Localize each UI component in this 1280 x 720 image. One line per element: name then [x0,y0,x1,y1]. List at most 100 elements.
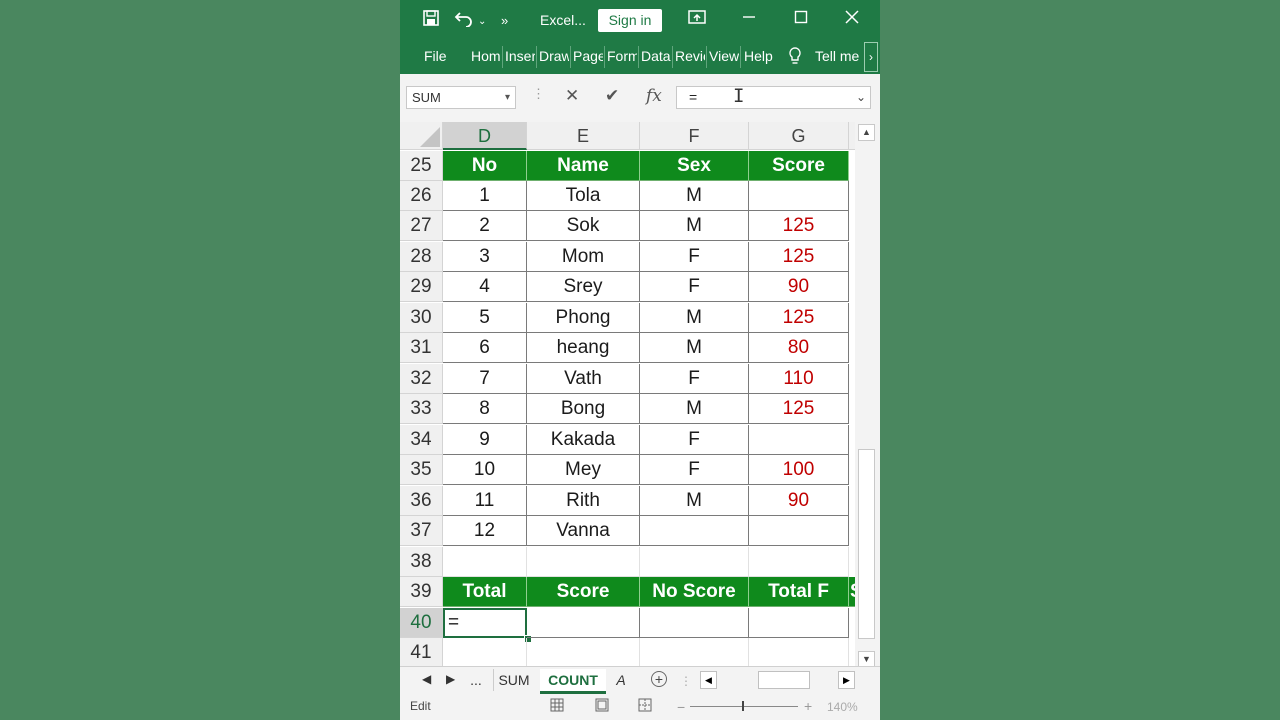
row-header[interactable]: 38 [400,547,443,577]
table-header-no[interactable]: No [443,151,527,181]
summary-cell[interactable] [749,608,849,638]
zoom-level[interactable]: 140% [827,700,858,714]
cell-sex[interactable]: F [640,425,749,455]
cell-score[interactable] [749,181,849,211]
cell-score[interactable]: 125 [749,242,849,272]
cell-sex[interactable]: M [640,181,749,211]
cell-name[interactable]: Srey [527,272,640,302]
row-header[interactable]: 41 [400,638,443,666]
row-header[interactable]: 31 [400,333,443,363]
row-header[interactable]: 29 [400,272,443,302]
select-all-button[interactable] [400,122,443,150]
zoom-slider-thumb[interactable] [742,701,744,711]
cell-name[interactable]: Kakada [527,425,640,455]
scroll-up-icon[interactable]: ▲ [858,124,875,141]
cell-score[interactable]: 100 [749,455,849,485]
close-icon[interactable] [845,9,859,29]
row-header[interactable]: 33 [400,394,443,424]
cell-name[interactable]: Vath [527,364,640,394]
cell-no[interactable]: 11 [443,486,527,516]
row-header[interactable]: 32 [400,364,443,394]
normal-view-icon[interactable] [550,698,564,715]
lightbulb-icon[interactable] [788,46,802,69]
tab-formulas[interactable]: Form [607,48,637,64]
tab-help[interactable]: Help [744,48,774,64]
cell-name[interactable]: Bong [527,394,640,424]
cell-sex[interactable]: F [640,364,749,394]
cell-sex[interactable]: M [640,333,749,363]
empty-cell[interactable] [749,638,849,666]
page-break-icon[interactable] [638,698,652,715]
row-header-active[interactable]: 40 [400,608,443,638]
cell-name[interactable]: Tola [527,181,640,211]
summary-cell[interactable] [640,608,749,638]
cancel-icon[interactable]: ✕ [565,86,579,106]
cell-sex[interactable]: F [640,455,749,485]
cell-name[interactable]: Mey [527,455,640,485]
cell-name[interactable]: Rith [527,486,640,516]
cell-name[interactable]: Phong [527,303,640,333]
tell-me-search[interactable]: Tell me [815,48,861,64]
row-header[interactable]: 35 [400,455,443,485]
row-header[interactable]: 36 [400,486,443,516]
ribbon-display-icon[interactable] [688,9,706,30]
summary-header-total[interactable]: Total [443,577,527,607]
cell-score[interactable]: 125 [749,394,849,424]
row-header[interactable]: 25 [400,151,443,181]
tab-view[interactable]: View [709,48,739,64]
sheet-next-icon[interactable]: ▶ [446,672,455,686]
tab-page-layout[interactable]: Page [573,48,603,64]
tab-home[interactable]: Hom [471,48,501,64]
column-header-f[interactable]: F [640,122,749,150]
cell-no[interactable]: 8 [443,394,527,424]
cell-no[interactable]: 12 [443,516,527,546]
cell-score[interactable] [749,425,849,455]
sheet-tab-sum[interactable]: SUM [493,669,534,691]
enter-check-icon[interactable]: ✔ [605,86,619,106]
table-header-name[interactable]: Name [527,151,640,181]
row-header[interactable]: 28 [400,242,443,272]
save-icon[interactable] [422,9,440,32]
cell-sex[interactable]: M [640,394,749,424]
minimize-icon[interactable] [742,9,756,29]
row-header[interactable]: 26 [400,181,443,211]
chevron-down-icon[interactable]: ▾ [505,87,510,108]
cell-no[interactable]: 3 [443,242,527,272]
more-commands-icon[interactable]: » [501,11,508,31]
undo-dropdown-icon[interactable]: ⌄ [478,12,486,32]
cell-sex[interactable]: M [640,303,749,333]
cell-score[interactable]: 90 [749,272,849,302]
cell-no[interactable]: 6 [443,333,527,363]
cell-name[interactable]: Mom [527,242,640,272]
column-header-d[interactable]: D [443,122,527,150]
more-sheets-button[interactable]: ... [466,669,486,691]
cell-score[interactable]: 125 [749,211,849,241]
vertical-scrollbar[interactable]: ▲ ▼ [855,122,880,670]
table-header-sex[interactable]: Sex [640,151,749,181]
empty-cell[interactable] [443,547,527,577]
name-box[interactable]: SUM ▾ [406,86,516,109]
column-header-e[interactable]: E [527,122,640,150]
undo-icon[interactable] [454,9,474,32]
page-layout-icon[interactable] [595,698,609,715]
active-cell[interactable]: = [443,608,527,638]
cell-sex[interactable]: F [640,272,749,302]
empty-cell[interactable] [749,547,849,577]
tab-review[interactable]: Revie [675,48,705,64]
maximize-icon[interactable] [794,9,808,29]
cell-no[interactable]: 9 [443,425,527,455]
scroll-left-icon[interactable]: ◀ [700,671,717,689]
column-header-g[interactable]: G [749,122,849,150]
cell-score[interactable]: 125 [749,303,849,333]
zoom-in-icon[interactable]: + [804,698,812,714]
cell-no[interactable]: 7 [443,364,527,394]
row-header[interactable]: 34 [400,425,443,455]
cell-sex[interactable] [640,516,749,546]
empty-cell[interactable] [640,547,749,577]
sheet-tab-partial[interactable]: A [615,669,627,691]
sheet-tab-count[interactable]: COUNT [540,669,606,694]
table-header-score[interactable]: Score [749,151,849,181]
cell-no[interactable]: 5 [443,303,527,333]
empty-cell[interactable] [527,638,640,666]
sign-in-button[interactable]: Sign in [598,9,662,32]
